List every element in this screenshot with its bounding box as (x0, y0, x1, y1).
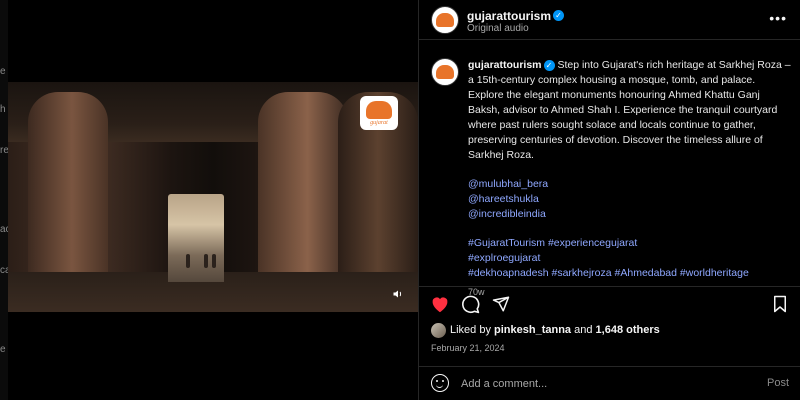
hashtag-line[interactable]: #explroegujarat (468, 252, 540, 264)
emoji-icon[interactable] (431, 374, 449, 392)
background-strip: e h re ac ca e (0, 0, 8, 400)
author-avatar[interactable] (431, 6, 459, 34)
video-figure (212, 254, 216, 268)
gujarat-logo-watermark: gujarat (360, 96, 398, 130)
share-icon[interactable] (490, 293, 512, 315)
audio-label[interactable]: Original audio (467, 23, 529, 34)
liker-avatar[interactable] (431, 323, 446, 338)
likes-summary: Liked by pinkesh_tanna and 1,648 others (431, 322, 791, 342)
likes-count[interactable]: 1,648 others (596, 324, 660, 336)
video-figure (204, 254, 208, 268)
caption-avatar[interactable] (431, 58, 459, 86)
liked-by-prefix: Liked by (450, 324, 495, 336)
liker-username[interactable]: pinkesh_tanna (494, 324, 571, 336)
hashtag-line[interactable]: #GujaratTourism #experiencegujarat (468, 237, 637, 249)
post-comment-button[interactable]: Post (767, 377, 789, 389)
caption: gujarattourism ✓ Step into Gujarat's rich… (468, 58, 793, 300)
hashtag-line[interactable]: #dekhoapnadesh #sarkhejroza #Ahmedabad #… (468, 267, 749, 279)
post-side-panel: gujarattourism ✓ Original audio ••• gujar… (418, 0, 800, 400)
lion-icon (366, 100, 392, 119)
mention-link[interactable]: @incredibleindia (468, 207, 793, 222)
strip-text: re (0, 145, 8, 156)
author-username[interactable]: gujarattourism (467, 9, 551, 23)
logo-text: gujarat (370, 119, 388, 126)
video-doorway (168, 194, 224, 282)
speaker-icon[interactable] (390, 286, 406, 302)
liked-by-and: and (571, 324, 596, 336)
caption-text: Step into Gujarat's rich heritage at Sar… (468, 59, 791, 161)
action-bar (419, 286, 800, 320)
like-heart-icon[interactable] (429, 293, 451, 315)
video-figure (186, 254, 190, 268)
post-date: February 21, 2024 (431, 343, 505, 353)
more-options-icon[interactable]: ••• (769, 10, 787, 26)
mention-link[interactable]: @mulubhai_bera (468, 177, 793, 192)
likes-text: Liked by pinkesh_tanna and 1,648 others (450, 324, 660, 336)
strip-text: ca (0, 265, 8, 276)
comment-bar: Post (419, 366, 800, 400)
save-bookmark-icon[interactable] (769, 293, 791, 315)
mention-link[interactable]: @hareetshukla (468, 192, 793, 207)
comment-icon[interactable] (459, 293, 481, 315)
strip-text: h (0, 104, 6, 115)
strip-text: ac (0, 224, 8, 235)
video-pane: gujarat (8, 0, 418, 400)
lion-icon (436, 13, 454, 27)
hashtags[interactable]: #GujaratTourism #experiencegujarat #expl… (468, 236, 793, 281)
lion-icon (436, 65, 454, 79)
verified-badge-icon: ✓ (553, 10, 565, 22)
strip-text: e (0, 344, 6, 355)
post-header: gujarattourism ✓ Original audio ••• (419, 0, 800, 40)
caption-username[interactable]: gujarattourism (468, 59, 542, 71)
reel-video[interactable]: gujarat (8, 82, 418, 312)
caption-area: gujarattourism ✓ Step into Gujarat's rich… (419, 56, 800, 297)
verified-badge-icon: ✓ (543, 59, 555, 71)
comment-input[interactable] (461, 375, 741, 393)
strip-text: e (0, 66, 6, 77)
